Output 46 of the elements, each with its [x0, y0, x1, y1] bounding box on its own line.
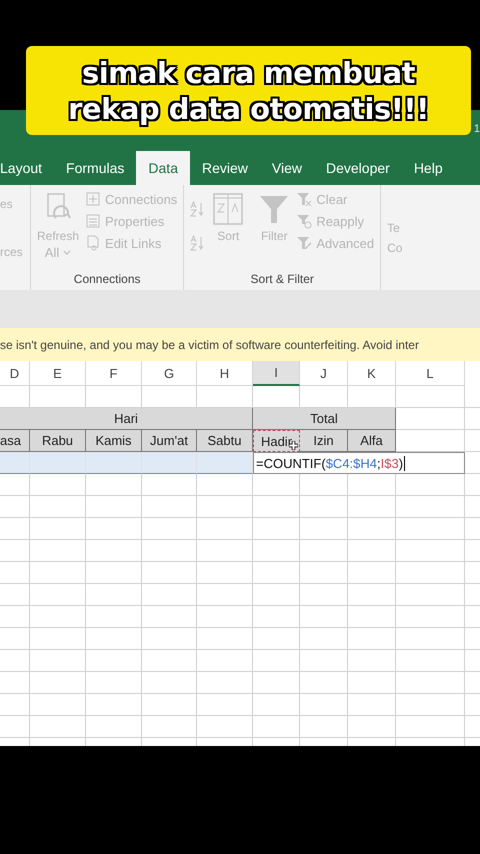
table-header: Hari	[0, 408, 253, 430]
ribbon-tab[interactable]: View	[260, 151, 314, 185]
table-header: Hadir	[253, 430, 300, 452]
formula-input[interactable]: =COUNTIF($C4:$H4;I$3)	[253, 452, 465, 474]
column-header[interactable]: F	[86, 361, 142, 386]
funnel-x-icon	[296, 191, 312, 207]
column-header[interactable]: J	[300, 361, 348, 386]
column-header[interactable]: H	[197, 361, 253, 386]
column-header[interactable]: I	[253, 361, 300, 386]
funnel-circle-icon	[296, 213, 312, 229]
sort-icon	[212, 191, 244, 227]
table-header: Sabtu	[197, 430, 253, 452]
ribbon-tab[interactable]: Review	[190, 151, 260, 185]
ribbon-tab[interactable]: Formulas	[54, 151, 136, 185]
table-header: Izin	[300, 430, 348, 452]
ribbon-label: Co	[387, 241, 402, 255]
table-header: Kamis	[86, 430, 142, 452]
warning-message: se isn't genuine, and you may be a victim of software counterfeiting. Avoid inter	[0, 338, 419, 352]
title-text: 1	[474, 123, 480, 135]
ribbon-tab[interactable]: Data	[136, 151, 190, 185]
ribbon-label: rces	[0, 245, 24, 259]
table-header: asa	[0, 430, 30, 452]
ribbon-tab[interactable]: Help	[402, 151, 455, 185]
ribbon-label: es	[0, 197, 14, 211]
table-header: Total	[253, 408, 396, 430]
column-header[interactable]: D	[0, 361, 30, 386]
list-icon	[85, 213, 102, 229]
ribbon-label: Te	[387, 221, 401, 235]
connections-icon	[85, 191, 102, 207]
funnel-pen-icon	[296, 235, 312, 251]
caret-down-icon	[63, 250, 72, 255]
column-header[interactable]: E	[30, 361, 86, 386]
caption-text: simak cara membuat rekap data otomatis!!!	[68, 54, 429, 126]
column-header[interactable]: L	[396, 361, 465, 386]
sort-ascending-icon	[190, 201, 206, 217]
table-header: Alfa	[348, 430, 396, 452]
group-label: Sort & Filter	[250, 272, 315, 288]
document-link-icon	[85, 235, 102, 251]
ribbon-tab[interactable]: Layout	[0, 151, 54, 185]
table-header: Rabu	[30, 430, 86, 452]
sort-descending-icon	[190, 235, 206, 251]
ribbon-tab[interactable]: Developer	[314, 151, 402, 185]
group-label: Connections	[72, 272, 142, 288]
table-header: Jum'at	[142, 430, 197, 452]
column-header[interactable]: G	[142, 361, 197, 386]
column-header[interactable]: K	[348, 361, 396, 386]
